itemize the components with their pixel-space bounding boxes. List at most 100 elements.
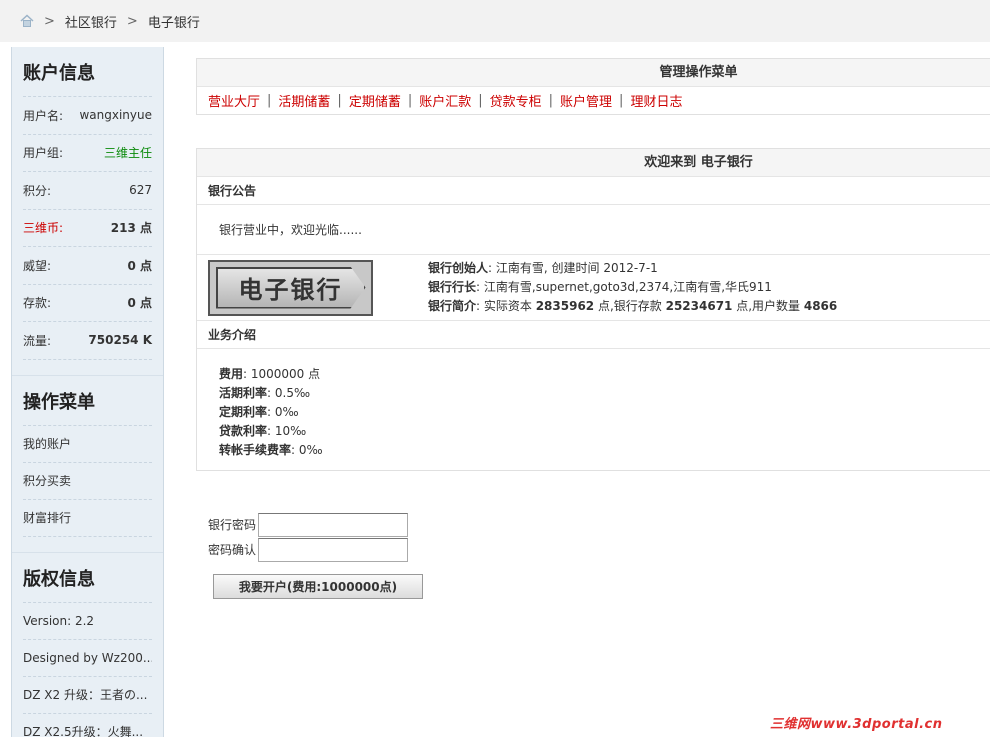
password-input[interactable]: [258, 512, 408, 537]
label: 三维币:: [23, 221, 64, 236]
value: : 0‰: [291, 443, 323, 457]
menu-my-account[interactable]: 我的账户: [23, 426, 152, 463]
account-row-prestige: 威望: 0 点: [23, 247, 152, 285]
separator: |: [478, 93, 483, 108]
text: 点,银行存款: [594, 299, 666, 313]
link-demand-savings[interactable]: 活期储蓄: [278, 91, 330, 110]
label: 费用: [219, 367, 244, 381]
value: 0 点: [127, 258, 152, 273]
bank-founder: 银行创始人: 江南有雪, 创建时间 2012-7-1: [428, 259, 837, 278]
label: 存款:: [23, 296, 52, 311]
manage-menu-title: 管理操作菜单: [197, 59, 990, 87]
label: 活期利率: [219, 386, 268, 400]
link-remittance[interactable]: 账户汇款: [419, 91, 471, 110]
bank-logo-text: 电子银行: [215, 266, 366, 309]
business-intro: 费用: 1000000 点 活期利率: 0.5‰ 定期利率: 0‰ 贷款利率: …: [197, 349, 990, 470]
deposits-value: 25234671: [665, 299, 733, 313]
label: 定期利率: [219, 405, 268, 419]
value: wangxinyue: [79, 108, 152, 123]
label: 转帐手续费率: [219, 443, 292, 457]
biz-transfer-fee-rate: 转帐手续费率: 0‰: [219, 441, 990, 460]
password-row: 银行密码: [196, 512, 408, 537]
value: 三维主任: [103, 146, 152, 161]
copyright-upgrade-x2: DZ X2 升级：王者の...: [23, 677, 152, 714]
bank-info-text: 银行创始人: 江南有雪, 创建时间 2012-7-1 银行行长: 江南有雪,su…: [428, 259, 837, 316]
label: 积分:: [23, 183, 52, 198]
business-intro-label: 业务介绍: [197, 321, 990, 349]
account-row-username: 用户名: wangxinyue: [23, 97, 152, 135]
main-content: 管理操作菜单 营业大厅 | 活期储蓄 | 定期储蓄 | 账户汇款 | 贷款专柜 …: [196, 58, 990, 471]
value: : 0‰: [267, 405, 299, 419]
label: 银行行长: [428, 280, 477, 294]
menu-wealth-ranking[interactable]: 财富排行: [23, 500, 152, 537]
home-icon[interactable]: [20, 14, 34, 28]
label: 威望:: [23, 258, 52, 273]
biz-demand-rate: 活期利率: 0.5‰: [219, 384, 990, 403]
label: 贷款利率: [219, 424, 268, 438]
bank-intro: 银行简介: 实际资本 2835962 点,银行存款 25234671 点,用户数…: [428, 297, 837, 316]
text: : 实际资本: [476, 299, 536, 313]
copyright-version: Version: 2.2: [23, 603, 152, 640]
breadcrumb-separator: >: [44, 13, 55, 29]
copyright-title: 版权信息: [23, 553, 152, 603]
link-account-management[interactable]: 账户管理: [560, 91, 612, 110]
link-business-hall[interactable]: 营业大厅: [208, 91, 260, 110]
breadcrumb-community-bank[interactable]: 社区银行: [65, 12, 117, 31]
capital-value: 2835962: [535, 299, 595, 313]
account-row-group: 用户组: 三维主任: [23, 135, 152, 172]
biz-fee: 费用: 1000000 点: [219, 365, 990, 384]
label: 用户组:: [23, 146, 64, 161]
value: : 10‰: [267, 424, 307, 438]
watermark: 三维网www.3dportal.cn: [770, 717, 943, 732]
value: 213 点: [110, 221, 152, 236]
value: 750254 K: [88, 333, 152, 348]
breadcrumb-separator: >: [126, 13, 138, 29]
open-account-form: 银行密码 密码确认 我要开户(费用:1000000点): [196, 512, 423, 599]
notice-text: 银行营业中，欢迎光临......: [197, 205, 990, 255]
operation-menu-title: 操作菜单: [23, 376, 152, 426]
value: : 1000000 点: [243, 367, 321, 381]
menu-points-trade[interactable]: 积分买卖: [23, 463, 152, 500]
account-row-coins: 三维币: 213 点: [23, 210, 152, 247]
link-fixed-savings[interactable]: 定期储蓄: [349, 91, 401, 110]
separator: |: [267, 93, 272, 108]
account-row-traffic: 流量: 750254 K: [23, 322, 152, 360]
users-value: 4866: [803, 299, 838, 313]
separator: |: [619, 93, 624, 108]
separator: |: [548, 93, 554, 108]
biz-loan-rate: 贷款利率: 10‰: [219, 422, 990, 441]
open-account-button[interactable]: 我要开户(费用:1000000点): [213, 574, 423, 599]
welcome-title: 欢迎来到 电子银行: [197, 149, 990, 177]
welcome-box: 欢迎来到 电子银行 银行公告 银行营业中，欢迎光临...... 电子银行 银行创…: [196, 148, 990, 471]
value: 0 点: [127, 296, 152, 311]
confirm-row: 密码确认: [196, 537, 408, 562]
manage-menu-links: 营业大厅 | 活期储蓄 | 定期储蓄 | 账户汇款 | 贷款专柜 | 账户管理 …: [197, 87, 990, 114]
confirm-password-input[interactable]: [258, 537, 408, 562]
password-label: 银行密码: [207, 518, 256, 532]
divider: [12, 360, 163, 376]
confirm-label: 密码确认: [207, 543, 256, 557]
sidebar: 账户信息 用户名: wangxinyue 用户组: 三维主任 积分: 627 三…: [11, 47, 164, 737]
account-row-deposit: 存款: 0 点: [23, 285, 152, 322]
text: 点,用户数量: [732, 299, 804, 313]
label: 用户名:: [23, 108, 64, 123]
copyright-designer: Designed by Wz200...: [23, 640, 152, 677]
breadcrumb-ebank[interactable]: 电子银行: [148, 12, 200, 31]
link-loan-counter[interactable]: 贷款专柜: [490, 91, 542, 110]
link-finance-log[interactable]: 理财日志: [630, 91, 682, 110]
value: : 江南有雪,supernet,goto3d,2374,江南有雪,华氏911: [476, 280, 772, 294]
value: 627: [129, 183, 152, 198]
bank-logo: 电子银行: [208, 259, 373, 316]
label: 流量:: [23, 333, 52, 348]
copyright-upgrade-x25: DZ X2.5升级：火舞...: [23, 714, 152, 737]
divider: [12, 537, 163, 553]
breadcrumb: > 社区银行 > 电子银行: [0, 0, 990, 42]
bank-heads: 银行行长: 江南有雪,supernet,goto3d,2374,江南有雪,华氏9…: [428, 278, 837, 297]
biz-fixed-rate: 定期利率: 0‰: [219, 403, 990, 422]
account-row-points: 积分: 627: [23, 172, 152, 210]
bank-info-row: 电子银行 银行创始人: 江南有雪, 创建时间 2012-7-1 银行行长: 江南…: [197, 255, 990, 321]
value: : 0.5‰: [267, 386, 311, 400]
label: 银行简介: [428, 299, 477, 313]
account-info-title: 账户信息: [23, 47, 152, 97]
separator: |: [407, 93, 413, 108]
